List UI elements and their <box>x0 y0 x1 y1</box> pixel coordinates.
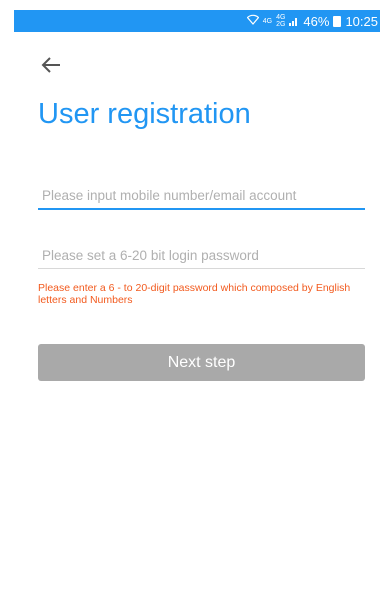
registration-screen: 4G 4G 2G 46% 10:25 User registration Ple… <box>14 10 380 605</box>
password-input[interactable] <box>38 242 365 268</box>
wifi-icon <box>246 14 260 28</box>
signal-icon <box>289 14 299 29</box>
battery-icon <box>333 15 342 27</box>
password-hint: Please enter a 6 - to 20-digit password … <box>38 282 351 306</box>
account-underline <box>38 208 365 210</box>
account-field <box>38 182 365 210</box>
network-type-4g-2g: 4G 2G <box>276 14 286 28</box>
clock: 10:25 <box>345 13 378 29</box>
password-underline <box>38 268 365 269</box>
next-step-button[interactable]: Next step <box>38 344 365 381</box>
battery-percent: 46% <box>303 13 330 29</box>
network-type-4g: 4G <box>262 17 273 25</box>
status-bar: 4G 4G 2G 46% 10:25 <box>14 10 380 32</box>
password-field <box>38 242 365 269</box>
page-title: User registration <box>38 98 251 130</box>
account-input[interactable] <box>38 182 365 208</box>
back-arrow-icon[interactable] <box>40 54 66 80</box>
